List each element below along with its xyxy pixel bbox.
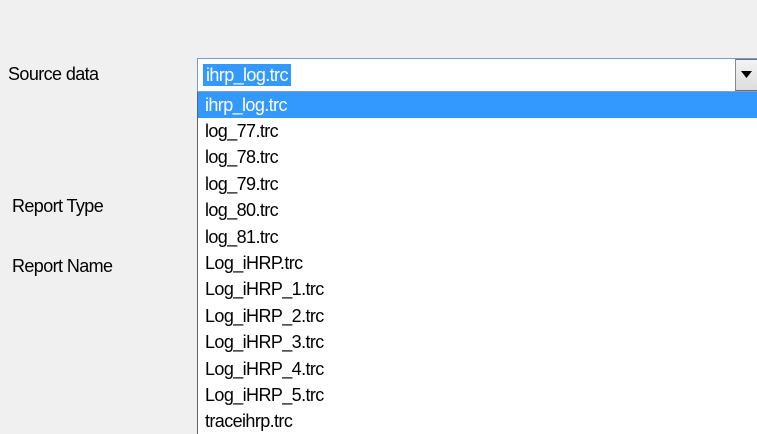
dropdown-option[interactable]: log_80.trc [198,197,757,223]
dropdown-option[interactable]: Log_iHRP_2.trc [198,303,757,329]
report-name-label: Report Name [12,256,113,276]
source-data-dropdown-list[interactable]: ihrp_log.trc log_77.trc log_78.trc log_79.t… [197,92,757,434]
dropdown-option[interactable]: ihrp_log.trc [198,92,757,118]
combobox-selected-value: ihrp_log.trc [203,64,291,86]
dropdown-button[interactable] [735,59,757,91]
dropdown-option[interactable]: Log_iHRP.trc [198,250,757,276]
dropdown-option[interactable]: log_81.trc [198,224,757,250]
dropdown-option[interactable]: Log_iHRP_1.trc [198,276,757,302]
dropdown-option[interactable]: log_78.trc [198,144,757,170]
report-type-label: Report Type [12,196,104,216]
chevron-down-icon [741,71,752,78]
source-data-label: Source data [8,64,99,84]
dropdown-option[interactable]: log_79.trc [198,171,757,197]
dropdown-option[interactable]: Log_iHRP_5.trc [198,382,757,408]
dropdown-option[interactable]: Log_iHRP_4.trc [198,356,757,382]
dropdown-option[interactable]: log_77.trc [198,118,757,144]
dropdown-option[interactable]: Log_iHRP_3.trc [198,329,757,355]
source-data-combobox[interactable]: ihrp_log.trc [197,58,757,92]
dropdown-option[interactable]: traceihrp.trc [198,408,757,434]
